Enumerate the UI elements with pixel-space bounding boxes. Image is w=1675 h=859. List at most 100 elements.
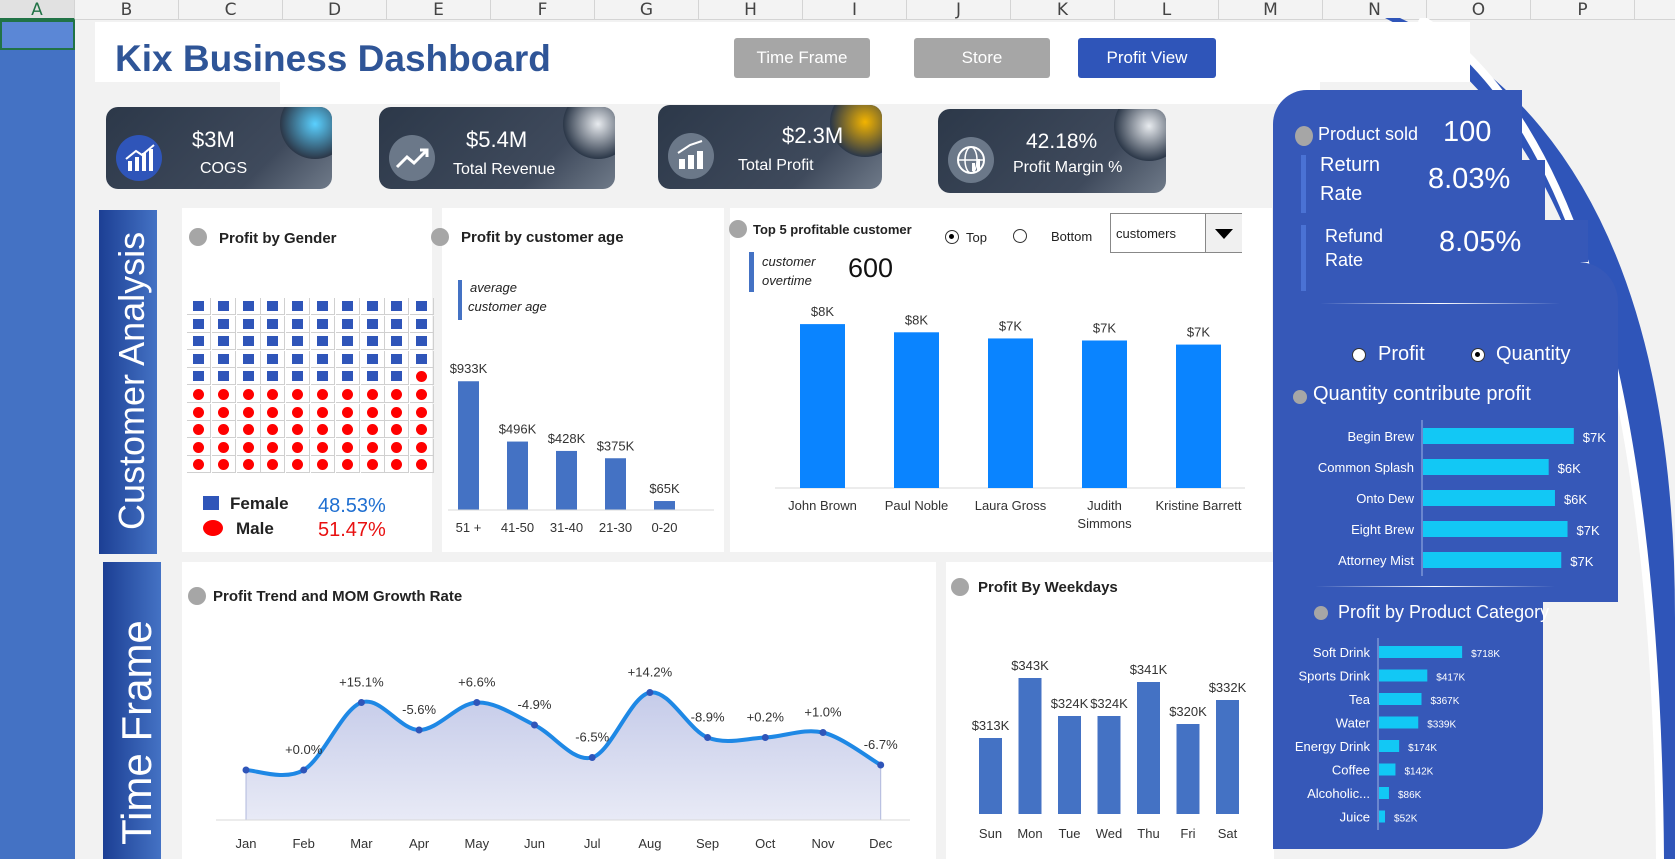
- column-header-p[interactable]: P: [1531, 0, 1635, 20]
- waffle-cell: [385, 421, 410, 439]
- time-frame-button[interactable]: Time Frame: [734, 38, 870, 78]
- trend-growth-label: -5.6%: [402, 702, 436, 717]
- female-mark: [416, 353, 428, 364]
- column-header-o[interactable]: O: [1427, 0, 1531, 20]
- column-header-k[interactable]: K: [1011, 0, 1115, 20]
- age-tick-label: 31-40: [550, 520, 583, 535]
- male-mark: [217, 441, 229, 453]
- age-note-marker: [458, 280, 462, 320]
- category-bar-label: $174K: [1408, 743, 1437, 754]
- kpi-card-margin: 42.18% Profit Margin %: [938, 109, 1166, 193]
- female-mark: [242, 336, 254, 347]
- column-header-c[interactable]: C: [179, 0, 283, 20]
- bottom-radio[interactable]: [1013, 229, 1027, 243]
- overtime-label-1: customer: [762, 254, 816, 269]
- qty-tick-label: Eight Brew: [1351, 522, 1414, 537]
- column-header-j[interactable]: J: [907, 0, 1011, 20]
- trend-title: Profit Trend and MOM Growth Rate: [213, 588, 463, 605]
- waffle-cell: [335, 456, 360, 474]
- waffle-cell: [385, 298, 410, 315]
- column-header-h[interactable]: H: [699, 0, 803, 20]
- bullet-dot: [1295, 126, 1313, 146]
- divider: [1320, 303, 1560, 304]
- male-mark: [267, 424, 279, 436]
- qty-tick-label: Common Splash: [1318, 460, 1414, 475]
- trend-line-icon: [389, 135, 435, 181]
- female-mark: [366, 301, 378, 311]
- waffle-cell: [385, 403, 410, 421]
- column-header-g[interactable]: G: [595, 0, 699, 20]
- male-mark: [317, 459, 328, 471]
- column-header-e[interactable]: E: [387, 0, 491, 20]
- customers-dropdown[interactable]: customers: [1110, 213, 1242, 253]
- trend-point: [761, 734, 769, 741]
- waffle-cell: [410, 368, 435, 386]
- column-header-n[interactable]: N: [1323, 0, 1427, 20]
- column-header-m[interactable]: M: [1219, 0, 1323, 20]
- male-mark: [193, 406, 204, 418]
- kpi-label: Profit Margin %: [1013, 159, 1123, 176]
- trend-point: [300, 766, 308, 774]
- quantity-radio[interactable]: [1471, 348, 1485, 362]
- female-mark: [193, 353, 204, 364]
- profit-view-button[interactable]: Profit View: [1078, 38, 1216, 78]
- column-header-l[interactable]: L: [1115, 0, 1219, 20]
- waffle-cell: [410, 386, 435, 403]
- female-mark: [267, 318, 279, 329]
- category-tick-label: Juice: [1340, 810, 1370, 825]
- kpi-value: $2.3M: [782, 123, 844, 148]
- waffle-cell: [286, 350, 311, 368]
- selected-cell[interactable]: [0, 20, 75, 50]
- trend-growth-label: +6.6%: [458, 675, 496, 690]
- waffle-cell: [335, 421, 360, 439]
- overtime-marker: [749, 252, 754, 292]
- waffle-cell: [335, 438, 360, 456]
- male-mark: [391, 406, 403, 418]
- waffle-cell: [385, 315, 410, 333]
- male-legend-label: Male: [236, 519, 274, 538]
- female-mark: [292, 336, 304, 347]
- waffle-cell: [286, 298, 311, 315]
- female-mark: [391, 371, 403, 382]
- trend-growth-label: -8.9%: [691, 710, 725, 725]
- column-header-d[interactable]: D: [283, 0, 387, 20]
- kpi-label: Total Profit: [738, 157, 814, 174]
- top-radio[interactable]: [945, 230, 959, 244]
- top5-tick-label: Judith: [1087, 498, 1122, 513]
- male-percent: 51.47%: [318, 519, 386, 541]
- profit-radio[interactable]: [1352, 348, 1366, 362]
- category-bar-label: $718K: [1471, 649, 1500, 660]
- top-radio-label: Top: [966, 230, 987, 245]
- female-mark: [391, 353, 403, 364]
- bottom-radio-label: Bottom: [1051, 229, 1093, 244]
- chevron-down-icon[interactable]: [1205, 214, 1242, 252]
- trend-tick-label: Sep: [696, 836, 719, 851]
- trend-growth-label: -4.9%: [518, 697, 552, 712]
- weekday-bar-label: $343K: [1011, 658, 1049, 673]
- kpi-value: $5.4M: [466, 127, 528, 152]
- waffle-cell: [335, 333, 360, 351]
- male-mark: [416, 441, 428, 453]
- column-header-b[interactable]: B: [75, 0, 179, 20]
- male-legend-swatch: [203, 520, 223, 536]
- waffle-cell: [286, 315, 311, 333]
- qty-bar-label: $7K: [1583, 430, 1606, 445]
- weekday-tick-label: Fri: [1180, 826, 1195, 841]
- female-mark: [267, 336, 279, 347]
- female-mark: [292, 301, 304, 311]
- category-bar: [1379, 693, 1422, 705]
- male-mark: [391, 459, 403, 471]
- column-header-i[interactable]: I: [803, 0, 907, 20]
- female-mark: [217, 318, 229, 329]
- store-button[interactable]: Store: [914, 38, 1050, 78]
- column-header-a[interactable]: A: [0, 0, 75, 20]
- trend-tick-label: May: [465, 836, 490, 851]
- weekday-bar-label: $324K: [1090, 696, 1128, 711]
- column-header-f[interactable]: F: [491, 0, 595, 20]
- age-note-line2: customer age: [468, 299, 547, 314]
- weekday-bar: [1097, 716, 1121, 814]
- female-mark: [217, 353, 229, 364]
- female-mark: [267, 301, 279, 311]
- female-mark: [341, 353, 353, 364]
- age-tick-label: 0-20: [651, 520, 677, 535]
